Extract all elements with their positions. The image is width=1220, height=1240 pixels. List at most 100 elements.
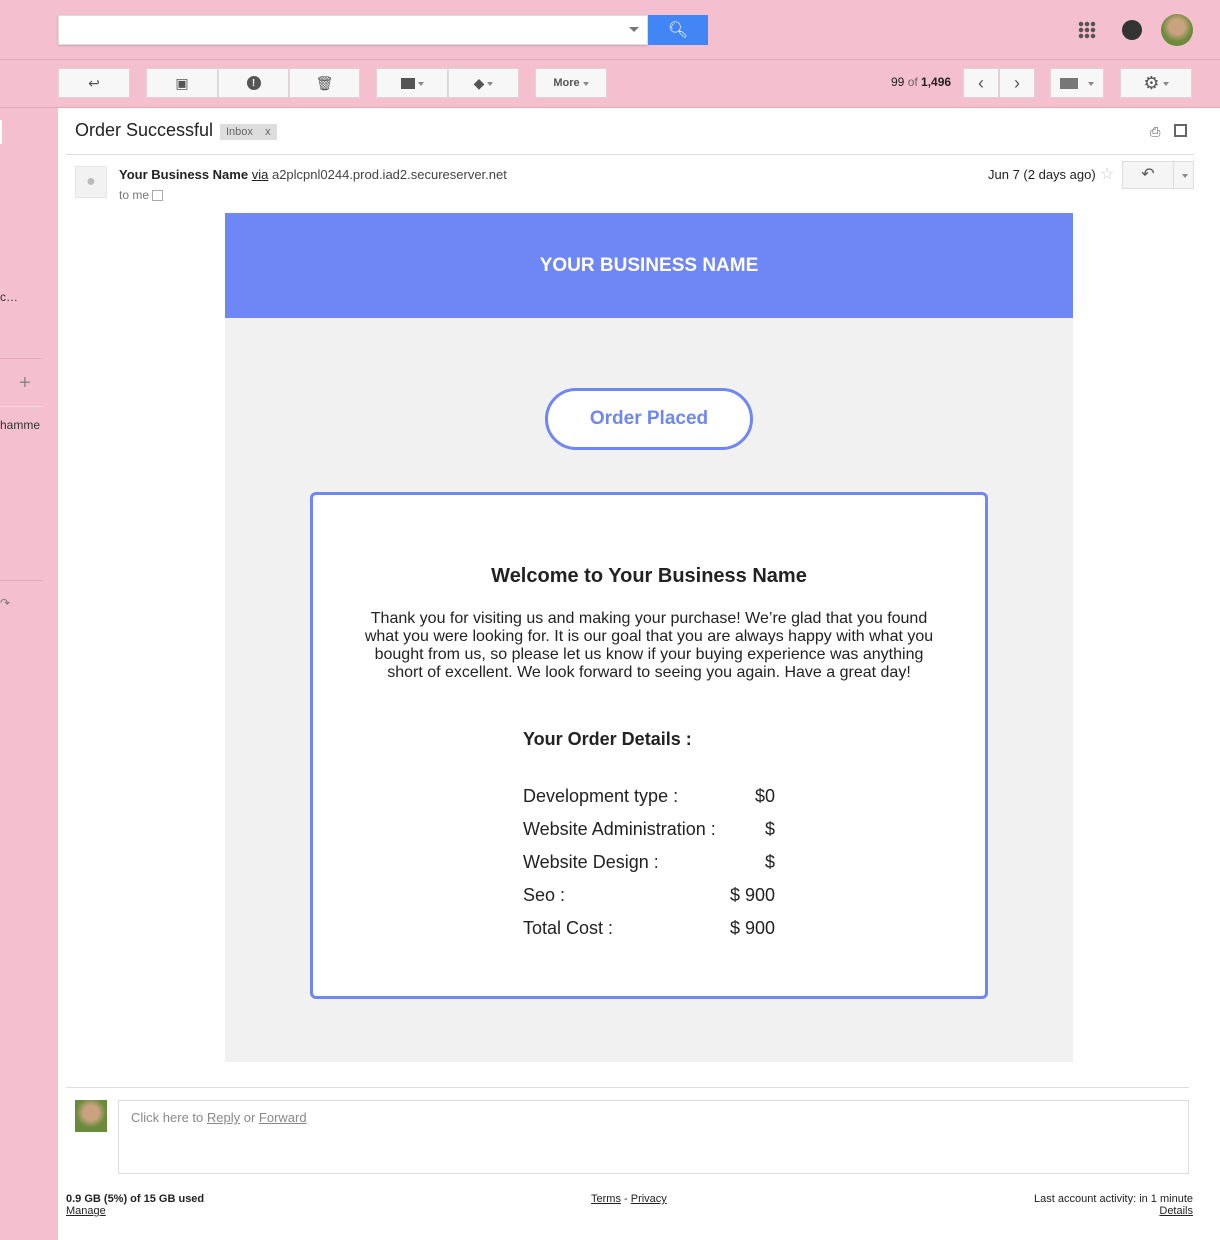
- manage-link[interactable]: Manage: [66, 1205, 106, 1217]
- delete-button[interactable]: 🗑︎: [289, 68, 360, 98]
- pagination-of: of: [904, 75, 922, 89]
- reply-button[interactable]: ↶: [1122, 161, 1194, 189]
- reply-prompt: Click here to: [131, 1110, 207, 1125]
- chevron-down-icon: [417, 81, 424, 89]
- older-button[interactable]: ›: [999, 68, 1035, 98]
- row-value: $ 900: [729, 918, 775, 938]
- inbox-label[interactable]: Inbox x: [220, 124, 277, 140]
- tag-icon: ◆: [473, 74, 485, 91]
- welcome-heading: Welcome to Your Business Name: [491, 565, 807, 587]
- search-button[interactable]: 🔍︎: [648, 15, 708, 45]
- remove-label-button[interactable]: x: [265, 126, 271, 138]
- order-row: Website Design : $: [523, 852, 775, 873]
- search-icon: 🔍︎: [667, 22, 689, 39]
- row-label: Seo :: [523, 885, 566, 905]
- apps-icon[interactable]: [1078, 21, 1096, 39]
- back-arrow-icon: ↩: [88, 74, 100, 91]
- pagination: 99 of 1,496: [891, 75, 951, 89]
- phone-icon[interactable]: ↷: [0, 596, 10, 610]
- input-tools-button[interactable]: [1050, 68, 1104, 98]
- chevron-left-icon: ‹: [978, 72, 984, 93]
- divider: [66, 1087, 1189, 1088]
- reply-link[interactable]: Reply: [207, 1110, 240, 1125]
- row-value: $: [764, 852, 775, 872]
- divider: [66, 154, 1194, 155]
- chevron-down-icon: [1162, 81, 1169, 89]
- order-row: Development type : $0: [523, 786, 775, 807]
- row-value: $: [764, 819, 775, 839]
- chevron-down-icon: [487, 81, 494, 89]
- sender-line: Your Business Name via a2plcpnl0244.prod…: [119, 167, 507, 182]
- user-avatar: [75, 1100, 107, 1132]
- order-row: Website Administration : $: [523, 819, 775, 840]
- storage-usage: 0.9 GB (5%) of 15 GB used: [66, 1193, 205, 1205]
- plus-icon[interactable]: +: [19, 372, 31, 395]
- account-avatar[interactable]: [1161, 14, 1193, 46]
- chevron-down-icon: [582, 81, 589, 89]
- sidebar-item[interactable]: c…: [0, 290, 18, 304]
- to-me: to me: [119, 188, 150, 202]
- sender-avatar: ●: [75, 166, 107, 198]
- divider: [0, 59, 1220, 60]
- reply-box[interactable]: Click here to Reply or Forward: [118, 1100, 1189, 1174]
- welcome-paragraph: Thank you for visiting us and making you…: [364, 610, 934, 681]
- move-to-button[interactable]: [376, 68, 448, 98]
- sidebar-edge: [0, 120, 2, 144]
- recipients: to me: [119, 188, 164, 202]
- labels-button[interactable]: ◆: [448, 68, 519, 98]
- report-spam-button[interactable]: !: [218, 68, 289, 98]
- new-window-icon[interactable]: [1174, 124, 1187, 137]
- star-icon[interactable]: ☆: [1100, 164, 1114, 184]
- trash-icon: 🗑︎: [315, 74, 334, 91]
- order-row: Seo : $ 900: [523, 885, 775, 906]
- reply-icon: ↶: [1141, 166, 1155, 183]
- details-link[interactable]: Details: [1159, 1205, 1193, 1217]
- divider: [0, 580, 42, 581]
- keyboard-icon: [1060, 77, 1078, 89]
- folder-icon: [400, 77, 415, 89]
- business-name-header: YOUR BUSINESS NAME: [225, 213, 1073, 318]
- reply-or: or: [240, 1110, 259, 1125]
- order-placed-button[interactable]: Order Placed: [545, 388, 753, 450]
- more-button[interactable]: More: [535, 68, 607, 98]
- notifications-icon[interactable]: [1122, 20, 1142, 40]
- row-label: Total Cost :: [523, 918, 614, 938]
- label-text: Inbox: [226, 126, 253, 138]
- search-input[interactable]: [58, 15, 648, 45]
- spam-icon: !: [246, 76, 261, 90]
- pagination-current: 99: [891, 75, 905, 89]
- terms-link[interactable]: Terms: [591, 1193, 621, 1205]
- order-details-title: Your Order Details :: [523, 729, 692, 749]
- privacy-link[interactable]: Privacy: [631, 1193, 667, 1205]
- print-icon[interactable]: ⎙: [1150, 124, 1160, 140]
- email-subject: Order Successful: [75, 120, 214, 140]
- gear-icon: ⚙: [1143, 72, 1160, 93]
- search-options-dropdown[interactable]: [629, 27, 639, 37]
- chevron-down-icon: [1088, 81, 1094, 89]
- footer-separator: -: [620, 1193, 631, 1205]
- via-link[interactable]: via: [252, 167, 269, 182]
- settings-button[interactable]: ⚙: [1120, 68, 1192, 98]
- order-row-total: Total Cost : $ 900: [523, 918, 775, 939]
- more-actions-dropdown[interactable]: [1173, 162, 1193, 188]
- sender-name[interactable]: Your Business Name: [119, 167, 248, 182]
- pagination-total: 1,496: [921, 75, 952, 89]
- show-details-icon[interactable]: [152, 190, 164, 202]
- sidebar-contact[interactable]: hamme: [0, 418, 40, 432]
- row-value: $ 900: [729, 885, 775, 905]
- email-date: Jun 7 (2 days ago): [988, 167, 1096, 182]
- newer-button[interactable]: ‹: [963, 68, 999, 98]
- archive-button[interactable]: ▣: [146, 68, 218, 98]
- row-label: Development type :: [523, 786, 679, 806]
- divider: [0, 358, 42, 359]
- back-button[interactable]: ↩: [58, 68, 130, 98]
- row-label: Website Administration :: [523, 819, 716, 839]
- chevron-right-icon: ›: [1014, 72, 1020, 93]
- divider: [0, 406, 42, 407]
- row-label: Website Design :: [523, 852, 659, 872]
- sender-domain: a2plcpnl0244.prod.iad2.secureserver.net: [271, 167, 507, 182]
- forward-link[interactable]: Forward: [259, 1110, 307, 1125]
- more-label: More: [553, 77, 580, 89]
- row-value: $0: [754, 786, 775, 806]
- archive-icon: ▣: [175, 74, 189, 91]
